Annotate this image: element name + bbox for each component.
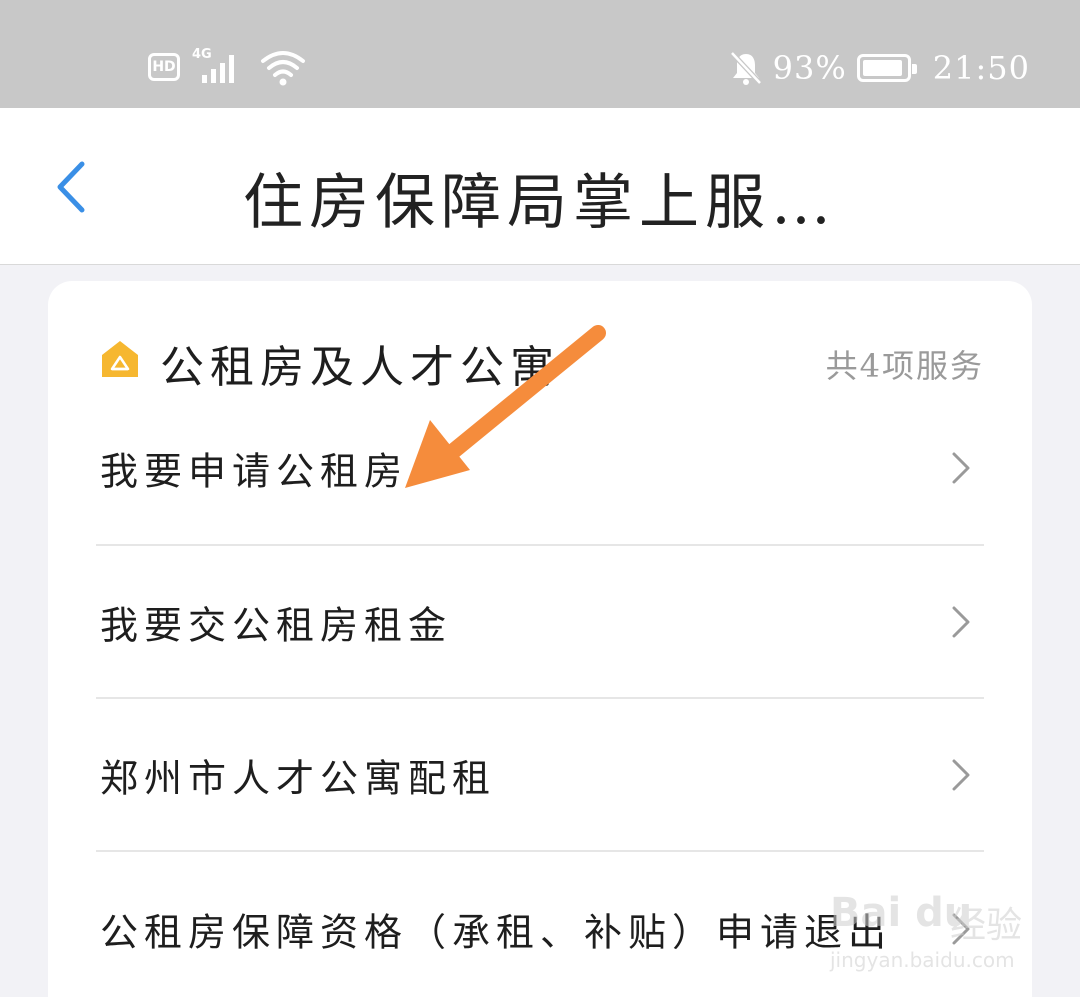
- service-item-label: 郑州市人才公寓配租: [100, 756, 497, 800]
- status-bar-right: 93% 21:50: [729, 46, 1030, 90]
- signal-icon: 4G: [192, 47, 248, 87]
- battery-percent: 93%: [772, 49, 847, 87]
- wifi-icon: [261, 51, 305, 86]
- clock: 21:50: [932, 49, 1030, 87]
- hd-icon: HD: [148, 53, 180, 81]
- watermark-text: 经验: [950, 905, 1023, 946]
- page-title: 住房保障局掌上服…: [243, 168, 837, 238]
- watermark-url: jingyan.baidu.com: [830, 948, 1015, 972]
- service-item-label: 公租房保障资格（承租、补贴）申请退出: [100, 910, 893, 954]
- nav-header: 住房保障局掌上服…: [0, 108, 1080, 265]
- section-header: 公租房及人才公寓 共4项服务: [100, 331, 984, 393]
- service-count: 共4项服务: [825, 347, 984, 385]
- chevron-right-icon: [952, 759, 970, 790]
- status-bar: HD 4G 93% 21:50: [0, 0, 1080, 108]
- service-item-talent-apartment[interactable]: 郑州市人才公寓配租: [96, 699, 984, 852]
- chevron-right-icon: [952, 606, 970, 637]
- house-icon: [102, 341, 138, 377]
- service-item-label: 我要申请公租房: [100, 449, 409, 493]
- section-title: 公租房及人才公寓: [160, 342, 560, 393]
- status-bar-left: HD 4G: [148, 44, 306, 90]
- battery-icon: [856, 54, 917, 82]
- bell-muted-icon: [729, 51, 762, 85]
- service-item-label: 我要交公租房租金: [100, 603, 453, 647]
- watermark: Bai du 经验 jingyan.baidu.com: [830, 880, 1040, 980]
- chevron-right-icon: [952, 452, 970, 483]
- service-item-apply[interactable]: 我要申请公租房: [96, 391, 984, 546]
- service-item-pay-rent[interactable]: 我要交公租房租金: [96, 546, 984, 699]
